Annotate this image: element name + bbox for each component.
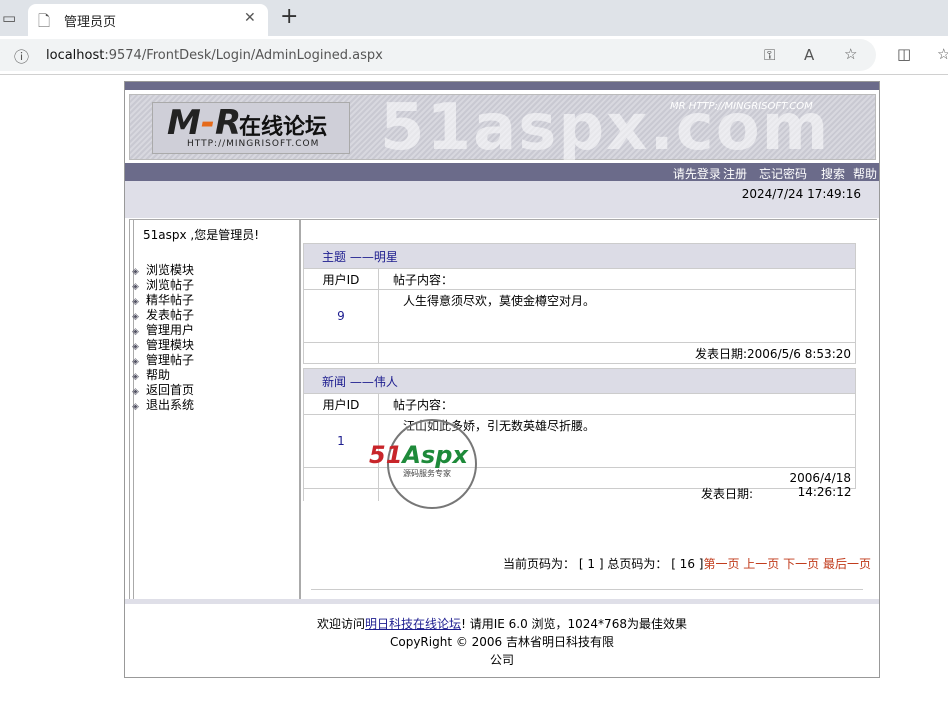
browser-tab[interactable]: 🗋 管理员页 ✕ <box>28 4 268 36</box>
post-topic[interactable]: 主题 ——明星 <box>303 243 856 269</box>
page-icon: 🗋 <box>38 12 51 30</box>
copyright: CopyRight © 2006 吉林省明日科技有限 <box>389 635 615 649</box>
key-icon[interactable]: ⚿ <box>764 46 775 64</box>
logo-url: HTTP://MINGRISOFT.COM <box>187 139 320 149</box>
nav-forgot-password[interactable]: 忘记密码 <box>759 167 807 181</box>
nav-register[interactable]: 注册 <box>723 167 747 181</box>
banner: 51aspx.com MR HTTP://MINGRISOFT.COM M-R … <box>129 91 876 165</box>
uid-header: 用户ID <box>303 268 379 290</box>
favorite-star-icon[interactable]: ☆ <box>844 45 857 63</box>
site-logo: M-R 在线论坛 HTTP://MINGRISOFT.COM <box>152 102 350 154</box>
menu-logout[interactable]: ◈ 退出系统 <box>132 398 194 413</box>
info-icon[interactable]: ⓘ <box>14 46 29 67</box>
post-card: 主题 ——明星 用户ID 帖子内容： 9 人生得意须尽欢，莫使金樽空对月。 发表… <box>303 243 856 364</box>
nav-login[interactable]: 请先登录 <box>673 167 721 181</box>
footer-forum-link[interactable]: 明日科技在线论坛 <box>365 617 461 631</box>
uid-header: 用户ID <box>303 393 379 415</box>
next-page-link[interactable]: 下一页 <box>783 557 819 571</box>
new-tab-button[interactable]: + <box>280 4 298 29</box>
bullet-icon: ◈ <box>132 402 139 412</box>
copyright-tail: 公司 <box>489 653 514 667</box>
url-box[interactable]: ⓘ localhost:9574/FrontDesk/Login/AdminLo… <box>0 39 876 71</box>
post-uid: 9 <box>303 289 379 343</box>
nav-search[interactable]: 搜索 <box>821 167 845 181</box>
content-header: 帖子内容： <box>378 268 856 290</box>
favorites-icon[interactable]: ☆ <box>937 45 948 63</box>
current-page: [ 1 ] <box>578 557 604 571</box>
menu-manage-posts[interactable]: ◈ 管理帖子 <box>132 353 194 368</box>
content-header: 帖子内容： <box>378 393 856 415</box>
nav-help[interactable]: 帮助 <box>853 167 877 181</box>
menu-new-post[interactable]: ◈ 发表帖子 <box>132 308 194 323</box>
split-screen-icon[interactable]: ◫ <box>897 45 911 63</box>
menu-featured-posts[interactable]: ◈ 精华帖子 <box>132 293 194 308</box>
browser-tab-bar: ▭ 🗋 管理员页 ✕ + <box>0 0 948 36</box>
banner-small-text: MR HTTP://MINGRISOFT.COM <box>670 101 813 112</box>
date-bar: 2024/7/24 17:49:16 <box>125 181 879 218</box>
menu-browse-modules[interactable]: ◈ 浏览模块 <box>132 263 194 278</box>
last-page-link[interactable]: 最后一页 <box>823 557 871 571</box>
pagination: 当前页码为： [ 1 ] 总页码为： [ 16 ]第一页 上一页 下一页 最后一… <box>503 557 871 571</box>
sidebar-toggle-icon[interactable]: ▭ <box>2 9 16 27</box>
menu-help[interactable]: ◈ 帮助 <box>132 368 194 383</box>
sidebar-menu: ◈ 浏览模块 ◈ 浏览帖子 ◈ 精华帖子 ◈ 发表帖子 ◈ 管理用户 ◈ 管理模块 ◈ 管理帖… <box>132 263 194 413</box>
welcome-text: 51aspx ,您是管理员! <box>143 228 260 242</box>
post-list: 主题 ——明星 用户ID 帖子内容： 9 人生得意须尽欢，莫使金樽空对月。 发表… <box>300 219 877 599</box>
current-datetime: 2024/7/24 17:49:16 <box>741 187 861 201</box>
address-bar: ⓘ localhost:9574/FrontDesk/Login/AdminLo… <box>0 36 948 75</box>
post-content: 人生得意须尽欢，莫使金樽空对月。 <box>378 289 856 343</box>
close-tab-icon[interactable]: ✕ <box>244 10 256 26</box>
tab-title: 管理员页 <box>64 15 117 30</box>
prev-page-link[interactable]: 上一页 <box>743 557 779 571</box>
post-date: 发表日期:2006/5/6 8:53:20 <box>378 342 856 364</box>
post-uid: 1 <box>303 414 379 468</box>
forum-page: 51aspx.com MR HTTP://MINGRISOFT.COM M-R … <box>124 81 880 678</box>
logo-title: 在线论坛 <box>239 115 328 140</box>
total-pages: [ 16 ] <box>671 557 704 571</box>
menu-home[interactable]: ◈ 返回首页 <box>132 383 194 398</box>
sidebar: 51aspx ,您是管理员! ◈ 浏览模块 ◈ 浏览帖子 ◈ 精华帖子 ◈ 发表帖子 ◈… <box>129 219 300 600</box>
menu-manage-users[interactable]: ◈ 管理用户 <box>132 323 194 338</box>
menu-browse-posts[interactable]: ◈ 浏览帖子 <box>132 278 194 293</box>
footer: 欢迎访问明日科技在线论坛! 请用IE 6.0 浏览，1024*768为最佳效果 … <box>125 615 879 669</box>
logo-mr: M-R <box>167 103 242 143</box>
menu-manage-modules[interactable]: ◈ 管理模块 <box>132 338 194 353</box>
url-text[interactable]: localhost:9574/FrontDesk/Login/AdminLogi… <box>46 48 383 63</box>
first-page-link[interactable]: 第一页 <box>703 557 739 571</box>
post-topic[interactable]: 新闻 ——伟人 <box>303 368 856 394</box>
post-card: 新闻 ——伟人 用户ID 帖子内容： 1 江山如此多娇，引无数英雄尽折腰。 20… <box>303 368 856 501</box>
divider <box>311 589 863 590</box>
bottom-strip <box>125 599 879 604</box>
nav-bar: 请先登录 注册 忘记密码 搜索 帮助 <box>125 163 879 181</box>
top-strip <box>125 82 879 90</box>
51aspx-stamp-logo: 51Aspx 源码服务专家 <box>369 419 477 509</box>
read-aloud-icon[interactable]: A <box>804 46 814 64</box>
